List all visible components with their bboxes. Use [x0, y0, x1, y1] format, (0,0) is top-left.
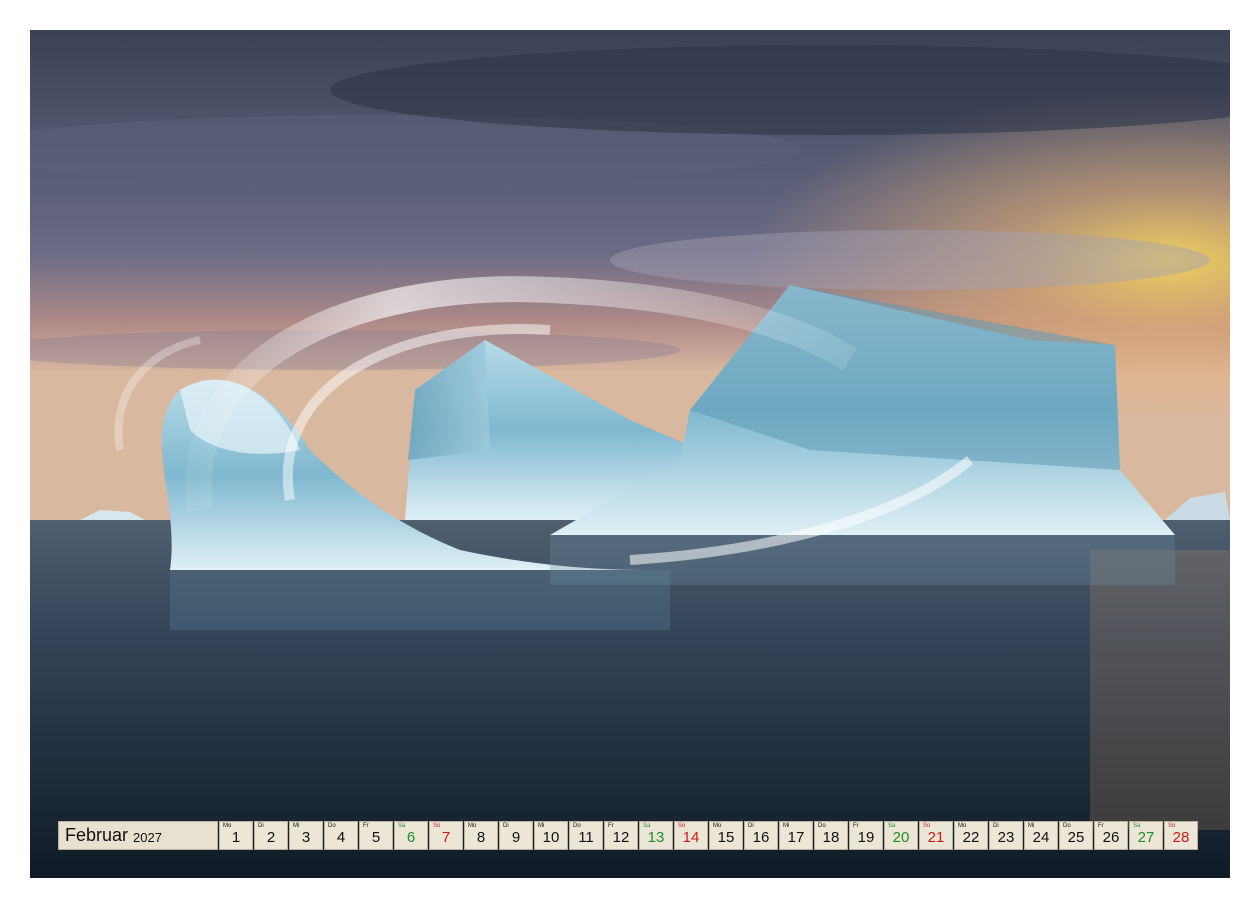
day-cell: Sa 13	[639, 821, 673, 850]
day-number: 26	[1102, 829, 1120, 846]
month-year: 2027	[133, 829, 162, 845]
day-number: 8	[476, 829, 486, 846]
day-number: 21	[927, 829, 945, 846]
day-number: 7	[441, 829, 451, 846]
day-cell: So 21	[919, 821, 953, 850]
day-weekday: Mo	[223, 823, 232, 829]
day-number: 10	[542, 829, 560, 846]
day-weekday: Fr	[363, 823, 369, 829]
day-number: 9	[511, 829, 521, 846]
day-cell: Di 16	[744, 821, 778, 850]
day-number: 19	[857, 829, 875, 846]
day-cell: Mi 10	[534, 821, 568, 850]
month-name: Februar	[65, 825, 129, 845]
day-cell: Do 18	[814, 821, 848, 850]
day-number: 4	[336, 829, 346, 846]
day-cell: Sa 6	[394, 821, 428, 850]
day-cell: Mo 8	[464, 821, 498, 850]
day-weekday: Sa	[398, 823, 406, 829]
day-cell: Fr 19	[849, 821, 883, 850]
day-number: 22	[962, 829, 980, 846]
day-cell: Do 11	[569, 821, 603, 850]
day-cell: Fr 5	[359, 821, 393, 850]
day-number: 2	[266, 829, 276, 846]
day-cell: Di 23	[989, 821, 1023, 850]
day-weekday: Mi	[293, 823, 300, 829]
day-cell: Mi 24	[1024, 821, 1058, 850]
day-number: 27	[1137, 829, 1155, 846]
day-weekday: Do	[328, 823, 336, 829]
day-cell: Mi 17	[779, 821, 813, 850]
day-cell: So 7	[429, 821, 463, 850]
day-cell: Fr 26	[1094, 821, 1128, 850]
day-number: 28	[1172, 829, 1190, 846]
day-number: 1	[231, 829, 241, 846]
day-cell: Mi 3	[289, 821, 323, 850]
day-number: 13	[647, 829, 665, 846]
day-cell: Sa 20	[884, 821, 918, 850]
day-cell: Do 4	[324, 821, 358, 850]
day-number: 24	[1032, 829, 1050, 846]
day-number: 15	[717, 829, 735, 846]
day-weekday: So	[433, 823, 441, 829]
month-calendar-strip: Februar 2027 Mo 1 Di 2 Mi 3 Do 4 Fr 5 Sa 6 So 7 Mo 8 Di 9…	[58, 821, 1198, 850]
day-number: 3	[301, 829, 311, 846]
day-number: 20	[892, 829, 910, 846]
day-number: 16	[752, 829, 770, 846]
day-cell: Mo 15	[709, 821, 743, 850]
day-number: 23	[997, 829, 1015, 846]
day-number: 5	[371, 829, 381, 846]
day-cell: Mo 22	[954, 821, 988, 850]
iceberg-image	[30, 30, 1230, 878]
day-cell: So 28	[1164, 821, 1198, 850]
day-number: 25	[1067, 829, 1085, 846]
day-cell: Mo 1	[219, 821, 253, 850]
day-cell: Fr 12	[604, 821, 638, 850]
day-number: 14	[682, 829, 700, 846]
day-cell: Di 9	[499, 821, 533, 850]
day-cell: Do 25	[1059, 821, 1093, 850]
day-weekday: Mo	[468, 823, 477, 829]
day-number: 6	[406, 829, 416, 846]
day-number: 18	[822, 829, 840, 846]
calendar-photo	[30, 30, 1230, 878]
day-weekday: Di	[503, 823, 509, 829]
day-cell: Di 2	[254, 821, 288, 850]
day-cell: So 14	[674, 821, 708, 850]
day-weekday: Di	[258, 823, 264, 829]
day-number: 12	[612, 829, 630, 846]
day-number: 11	[578, 829, 594, 846]
month-label: Februar 2027	[58, 821, 218, 850]
day-cell: Sa 27	[1129, 821, 1163, 850]
day-number: 17	[787, 829, 805, 846]
